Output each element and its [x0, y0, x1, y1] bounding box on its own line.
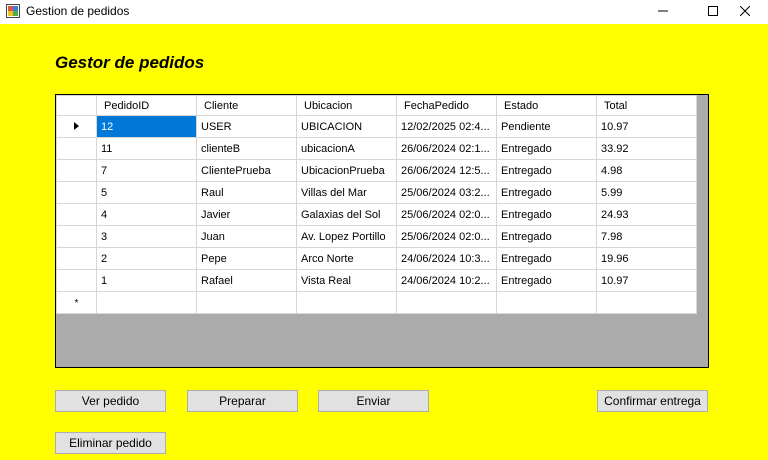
- row-header[interactable]: [56, 137, 97, 160]
- table-cell[interactable]: 26/06/2024 02:1...: [396, 137, 497, 160]
- table-cell[interactable]: Entregado: [496, 203, 597, 226]
- table-cell[interactable]: UBICACION: [296, 115, 397, 138]
- table-cell[interactable]: clienteB: [196, 137, 297, 160]
- table-cell[interactable]: 10.97: [596, 269, 697, 292]
- row-header[interactable]: [56, 269, 97, 292]
- eliminar-pedido-button[interactable]: Eliminar pedido: [55, 432, 166, 454]
- row-header[interactable]: [56, 203, 97, 226]
- table-cell[interactable]: Vista Real: [296, 269, 397, 292]
- preparar-button[interactable]: Preparar: [187, 390, 298, 412]
- maximize-icon: [708, 6, 718, 16]
- row-header[interactable]: [56, 247, 97, 270]
- table-row[interactable]: 4 Javier Galaxias del Sol 25/06/2024 02:0..…: [56, 203, 697, 226]
- orders-table: PedidoID Cliente Ubicacion FechaPedido E…: [56, 95, 697, 314]
- table-cell[interactable]: Juan: [196, 225, 297, 248]
- new-row-cell[interactable]: [296, 291, 397, 314]
- table-cell[interactable]: 2: [96, 247, 197, 270]
- window-title: Gestion de pedidos: [26, 4, 130, 18]
- table-cell[interactable]: 25/06/2024 02:0...: [396, 203, 497, 226]
- table-cell[interactable]: USER: [196, 115, 297, 138]
- app-icon: [6, 4, 20, 18]
- new-row[interactable]: *: [56, 291, 697, 314]
- table-cell[interactable]: Entregado: [496, 159, 597, 182]
- page-title: Gestor de pedidos: [55, 53, 205, 72]
- enviar-button[interactable]: Enviar: [318, 390, 429, 412]
- column-header-pedidoid[interactable]: PedidoID: [96, 95, 197, 116]
- table-cell[interactable]: 10.97: [596, 115, 697, 138]
- column-header-estado[interactable]: Estado: [496, 95, 597, 116]
- table-cell[interactable]: ubicacionA: [296, 137, 397, 160]
- table-cell[interactable]: 4.98: [596, 159, 697, 182]
- table-cell[interactable]: Entregado: [496, 225, 597, 248]
- form-client-area: Gestor de pedidos PedidoID Cliente Ubica…: [0, 24, 768, 460]
- table-cell[interactable]: Galaxias del Sol: [296, 203, 397, 226]
- new-row-cell[interactable]: [196, 291, 297, 314]
- table-cell[interactable]: 24/06/2024 10:2...: [396, 269, 497, 292]
- orders-data-grid[interactable]: PedidoID Cliente Ubicacion FechaPedido E…: [55, 94, 709, 368]
- table-cell[interactable]: 12: [96, 115, 197, 138]
- column-header-total[interactable]: Total: [596, 95, 697, 116]
- ver-pedido-button[interactable]: Ver pedido: [55, 390, 166, 412]
- table-cell[interactable]: Rafael: [196, 269, 297, 292]
- close-button[interactable]: [722, 0, 768, 22]
- table-row[interactable]: 3 Juan Av. Lopez Portillo 25/06/2024 02:0..…: [56, 225, 697, 248]
- table-cell[interactable]: Raul: [196, 181, 297, 204]
- row-header[interactable]: [56, 159, 97, 182]
- table-cell[interactable]: 12/02/2025 02:4...: [396, 115, 497, 138]
- table-cell[interactable]: 7.98: [596, 225, 697, 248]
- column-header-ubicacion[interactable]: Ubicacion: [296, 95, 397, 116]
- column-header-fechapedido[interactable]: FechaPedido: [396, 95, 497, 116]
- table-cell[interactable]: Entregado: [496, 137, 597, 160]
- table-cell[interactable]: Pepe: [196, 247, 297, 270]
- table-cell[interactable]: 25/06/2024 02:0...: [396, 225, 497, 248]
- table-cell[interactable]: Av. Lopez Portillo: [296, 225, 397, 248]
- new-row-cell[interactable]: [496, 291, 597, 314]
- table-row[interactable]: 7 ClientePrueba UbicacionPrueba 26/06/2024 …: [56, 159, 697, 182]
- table-cell[interactable]: 5.99: [596, 181, 697, 204]
- row-header[interactable]: [56, 225, 97, 248]
- row-header[interactable]: [56, 115, 97, 138]
- row-header[interactable]: [56, 181, 97, 204]
- table-cell[interactable]: 3: [96, 225, 197, 248]
- table-cell[interactable]: UbicacionPrueba: [296, 159, 397, 182]
- table-row[interactable]: 12 USER UBICACION 12/02/2025 02:4... Pendien…: [56, 115, 697, 138]
- table-cell[interactable]: 26/06/2024 12:5...: [396, 159, 497, 182]
- new-row-marker-icon: *: [74, 297, 79, 309]
- minimize-button[interactable]: [640, 0, 686, 22]
- table-row[interactable]: 2 Pepe Arco Norte 24/06/2024 10:3... Entrega…: [56, 247, 697, 270]
- table-cell[interactable]: 7: [96, 159, 197, 182]
- new-row-cell[interactable]: [596, 291, 697, 314]
- table-cell[interactable]: Entregado: [496, 247, 597, 270]
- table-cell[interactable]: Arco Norte: [296, 247, 397, 270]
- table-cell[interactable]: 33.92: [596, 137, 697, 160]
- table-cell[interactable]: 11: [96, 137, 197, 160]
- table-cell[interactable]: 1: [96, 269, 197, 292]
- title-bar: Gestion de pedidos: [0, 0, 768, 24]
- header-row: PedidoID Cliente Ubicacion FechaPedido E…: [56, 95, 697, 116]
- table-cell[interactable]: 4: [96, 203, 197, 226]
- column-header-cliente[interactable]: Cliente: [196, 95, 297, 116]
- new-row-header[interactable]: *: [56, 291, 97, 314]
- table-cell[interactable]: Javier: [196, 203, 297, 226]
- table-row[interactable]: 1 Rafael Vista Real 24/06/2024 10:2... Entre…: [56, 269, 697, 292]
- close-icon: [740, 6, 750, 16]
- table-cell[interactable]: Villas del Mar: [296, 181, 397, 204]
- table-cell[interactable]: ClientePrueba: [196, 159, 297, 182]
- new-row-cell[interactable]: [396, 291, 497, 314]
- table-cell[interactable]: 25/06/2024 03:2...: [396, 181, 497, 204]
- table-cell[interactable]: Pendiente: [496, 115, 597, 138]
- new-row-cell[interactable]: [96, 291, 197, 314]
- minimize-icon: [658, 10, 668, 12]
- current-row-arrow-icon: [74, 121, 79, 130]
- table-cell[interactable]: Entregado: [496, 181, 597, 204]
- table-row[interactable]: 11 clienteB ubicacionA 26/06/2024 02:1... En…: [56, 137, 697, 160]
- table-cell[interactable]: 24/06/2024 10:3...: [396, 247, 497, 270]
- table-cell[interactable]: 5: [96, 181, 197, 204]
- table-cell[interactable]: Entregado: [496, 269, 597, 292]
- table-cell[interactable]: 19.96: [596, 247, 697, 270]
- table-row[interactable]: 5 Raul Villas del Mar 25/06/2024 03:2... Ent…: [56, 181, 697, 204]
- confirmar-entrega-button[interactable]: Confirmar entrega: [597, 390, 708, 412]
- row-header-corner: [56, 95, 97, 116]
- table-cell[interactable]: 24.93: [596, 203, 697, 226]
